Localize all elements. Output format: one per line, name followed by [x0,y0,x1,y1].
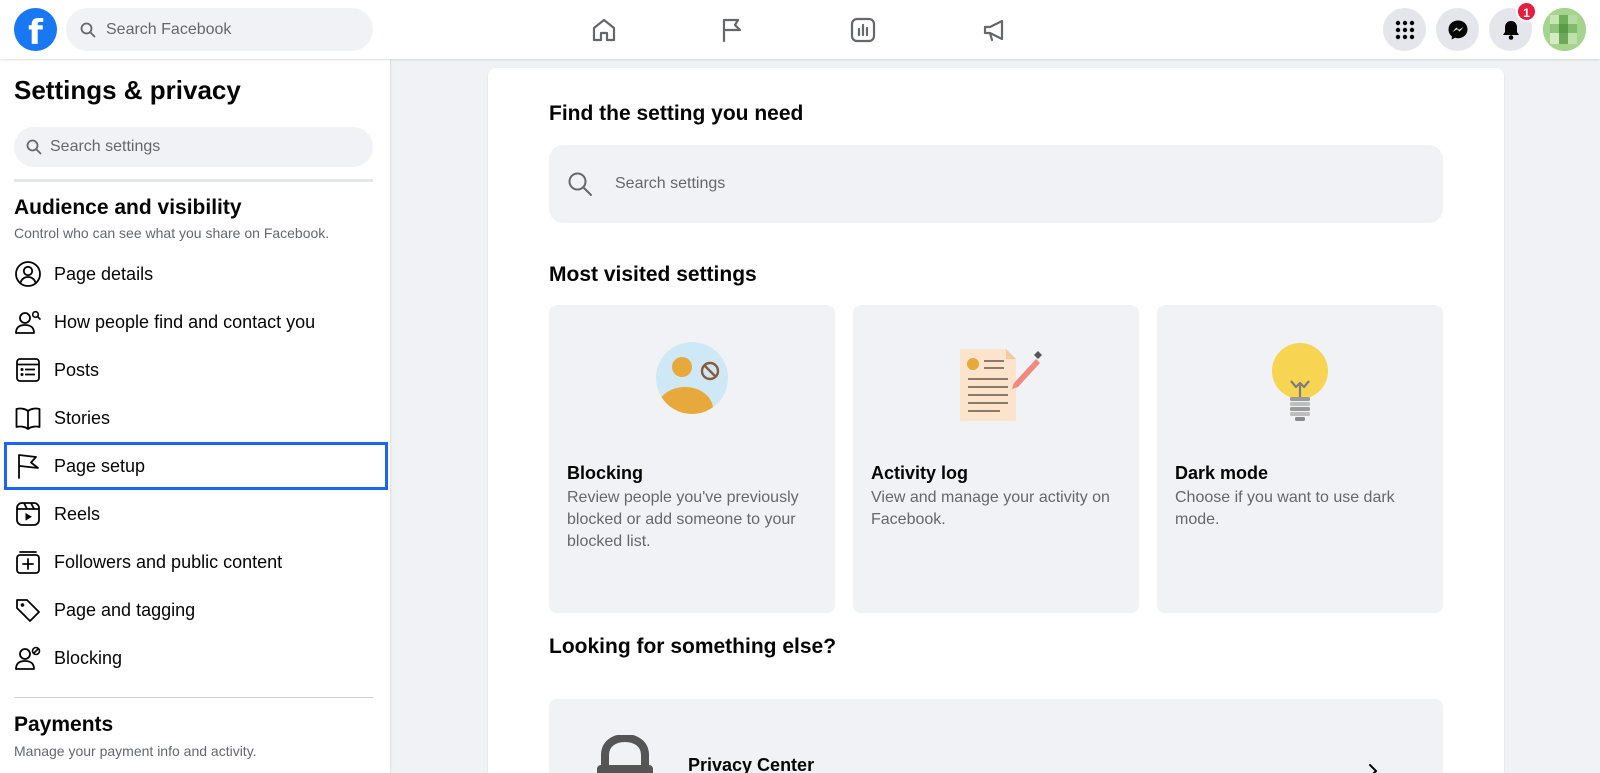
most-visited-title: Most visited settings [549,263,757,286]
privacy-center-row[interactable]: Privacy Center [549,699,1443,773]
grid-menu-icon [1395,20,1414,39]
privacy-center-label: Privacy Center [688,755,815,773]
activity-log-illustration [853,341,1139,431]
nav-ads[interactable] [967,10,1023,50]
home-icon [592,18,616,42]
tile-activity-log[interactable]: Activity log View and manage your activi… [853,305,1139,613]
sidebar-item-page-details[interactable]: Page details [4,250,388,298]
flag-icon [14,452,42,480]
tile-description: Choose if you want to use dark mode. [1175,489,1395,528]
nav-pages[interactable] [704,10,760,50]
messenger-button[interactable] [1436,8,1479,51]
tile-title: Blocking [567,463,644,483]
divider [14,179,373,182]
sidebar-item-label: Posts [54,359,100,380]
main-search-bar[interactable] [549,145,1443,223]
person-circle-icon [14,260,42,288]
top-navigation-bar: f 1 [0,0,1600,59]
sidebar-item-how-people-find[interactable]: How people find and contact you [4,298,388,346]
sidebar-item-label: Followers and public content [54,551,283,572]
sidebar-item-page-and-tagging[interactable]: Page and tagging [4,586,388,634]
notifications-button[interactable]: 1 [1489,1,1537,51]
tile-description: Review people you've previously blocked … [567,489,799,550]
chevron-right-icon [1367,763,1379,773]
lightbulb-illustration [1157,341,1443,431]
tile-blocking[interactable]: Blocking Review people you've previously… [549,305,835,613]
divider [14,697,373,698]
menu-button[interactable] [1383,8,1426,51]
facebook-logo[interactable]: f [14,8,57,51]
tile-description: View and manage your activity on Faceboo… [871,489,1110,528]
sidebar-item-label: How people find and contact you [54,311,316,332]
looking-else-title: Looking for something else? [549,635,837,658]
sidebar-item-posts[interactable]: Posts [4,346,388,394]
sidebar-item-label: Page and tagging [54,599,196,620]
nav-home[interactable] [576,10,632,50]
facebook-search-bar[interactable] [66,8,373,51]
sidebar-item-stories[interactable]: Stories [4,394,388,442]
sidebar-search-input[interactable] [50,138,350,156]
search-icon [568,172,592,196]
blocking-illustration [549,341,835,431]
sidebar-item-label: Blocking [54,647,123,668]
sidebar-item-label: Stories [54,407,111,428]
section-title-payments: Payments [14,713,114,736]
megaphone-icon [983,19,1004,42]
tile-title: Dark mode [1175,463,1269,483]
sidebar-search-bar[interactable] [14,127,373,167]
sidebar-item-label: Page details [54,263,154,284]
reels-icon [14,500,42,528]
section-subtitle-audience: Control who can see what you share on Fa… [14,225,330,241]
tile-title: Activity log [871,463,969,483]
person-block-icon [14,644,42,672]
search-icon [26,139,42,155]
nav-insights[interactable] [835,10,891,50]
posts-icon [14,356,42,384]
sidebar-item-page-setup[interactable]: Page setup [4,442,388,490]
sidebar-item-label: Reels [54,503,101,524]
section-title-audience: Audience and visibility [14,196,242,219]
facebook-search-input[interactable] [106,20,346,39]
settings-sidebar: Settings & privacy Audience and visibili… [0,59,390,773]
search-icon [80,22,96,37]
lock-icon [595,733,655,773]
followers-icon [14,548,42,576]
sidebar-item-label: Page setup [54,455,146,476]
messenger-icon [1448,20,1467,39]
flag-icon [722,18,742,43]
sidebar-item-reels[interactable]: Reels [4,490,388,538]
book-icon [14,404,42,432]
bell-icon [1502,20,1519,40]
notification-badge: 1 [1516,1,1537,22]
avatar[interactable] [1543,8,1586,51]
sidebar-item-blocking[interactable]: Blocking [4,634,388,682]
settings-main-card: Find the setting you need Most visited s… [488,68,1504,773]
find-setting-title: Find the setting you need [549,102,804,125]
insights-icon [850,17,876,43]
main-search-input[interactable] [615,175,1315,193]
sidebar-item-followers[interactable]: Followers and public content [4,538,388,586]
person-search-icon [14,308,42,336]
avatar-image [1543,8,1586,51]
section-subtitle-payments: Manage your payment info and activity. [14,743,257,759]
tile-dark-mode[interactable]: Dark mode Choose if you want to use dark… [1157,305,1443,613]
tag-icon [14,596,42,624]
sidebar-title: Settings & privacy [14,75,241,105]
